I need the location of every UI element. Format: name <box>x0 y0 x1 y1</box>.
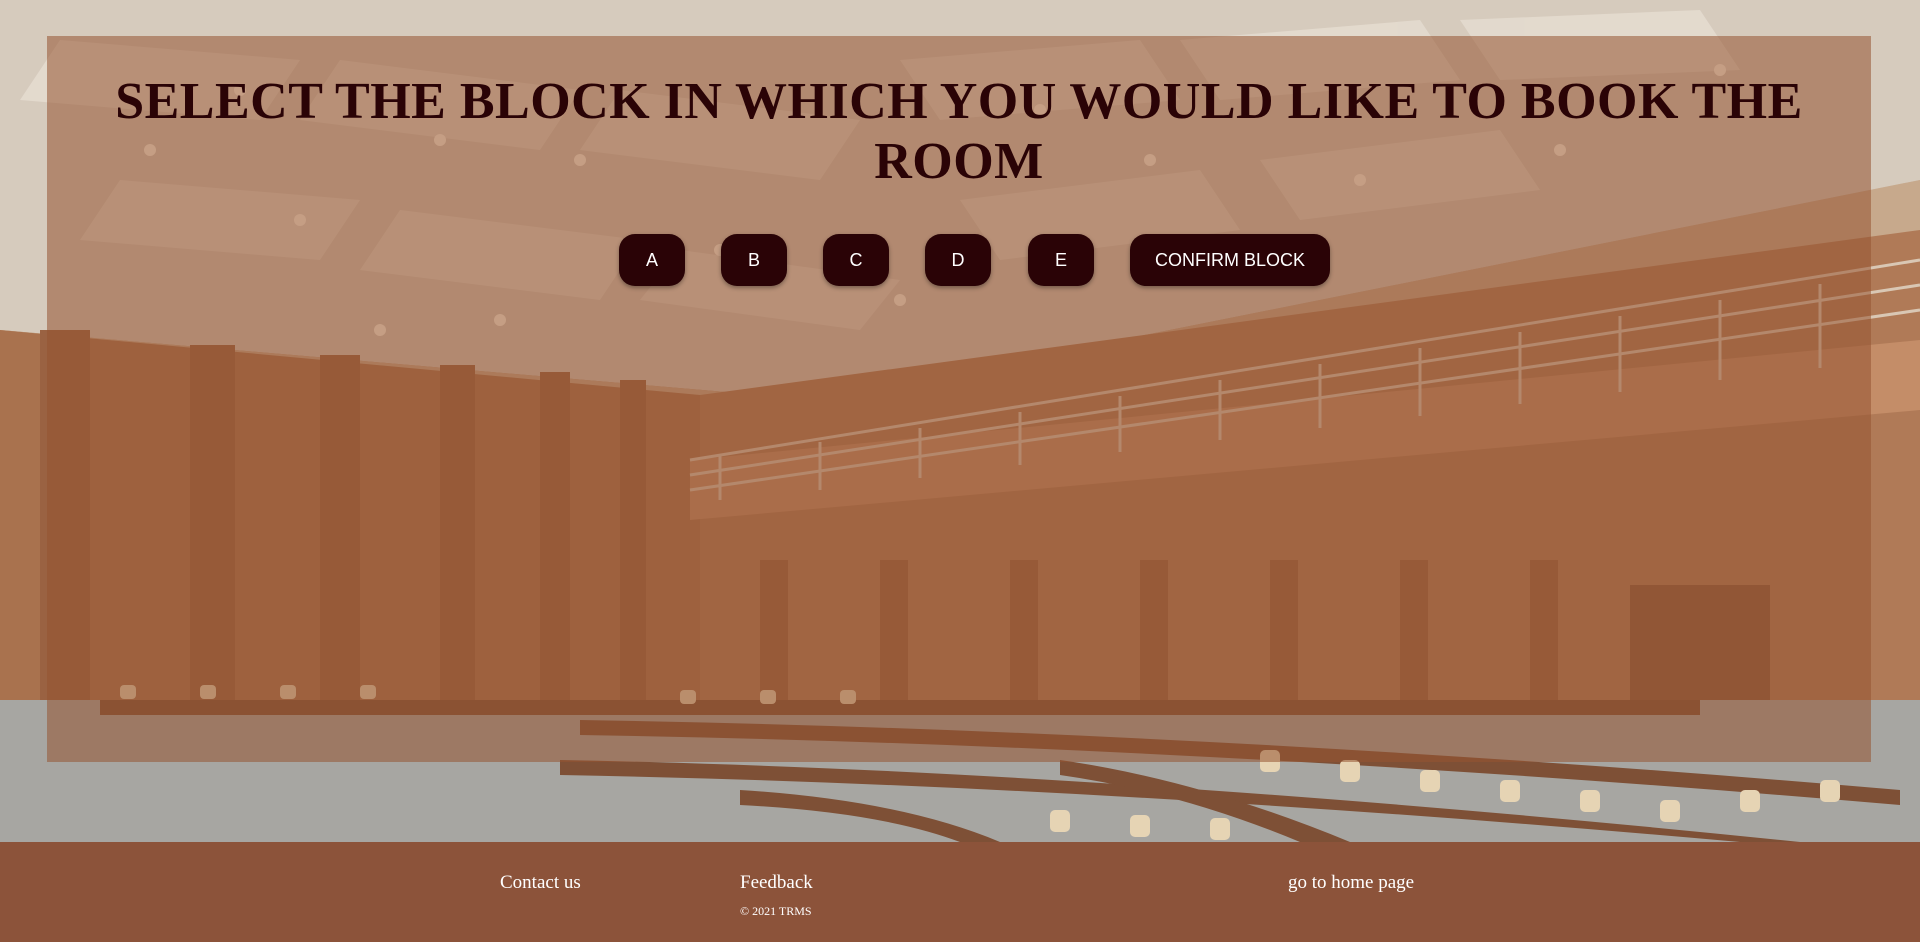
footer: Contact us Feedback © 2021 TRMS go to ho… <box>0 842 1920 942</box>
block-button-row: A B C D E CONFIRM BLOCK <box>0 234 1920 286</box>
block-a-button[interactable]: A <box>619 234 685 286</box>
page-title: SELECT THE BLOCK IN WHICH YOU WOULD LIKE… <box>115 73 1803 190</box>
block-e-button[interactable]: E <box>1028 234 1094 286</box>
feedback-link[interactable]: Feedback <box>740 872 813 894</box>
block-b-button[interactable]: B <box>721 234 787 286</box>
block-c-button[interactable]: C <box>823 234 889 286</box>
confirm-block-button[interactable]: CONFIRM BLOCK <box>1130 234 1330 286</box>
block-d-button[interactable]: D <box>925 234 991 286</box>
contact-us-link[interactable]: Contact us <box>500 872 581 894</box>
copyright-text: © 2021 TRMS <box>740 904 812 918</box>
home-page-link[interactable]: go to home page <box>1288 872 1414 894</box>
